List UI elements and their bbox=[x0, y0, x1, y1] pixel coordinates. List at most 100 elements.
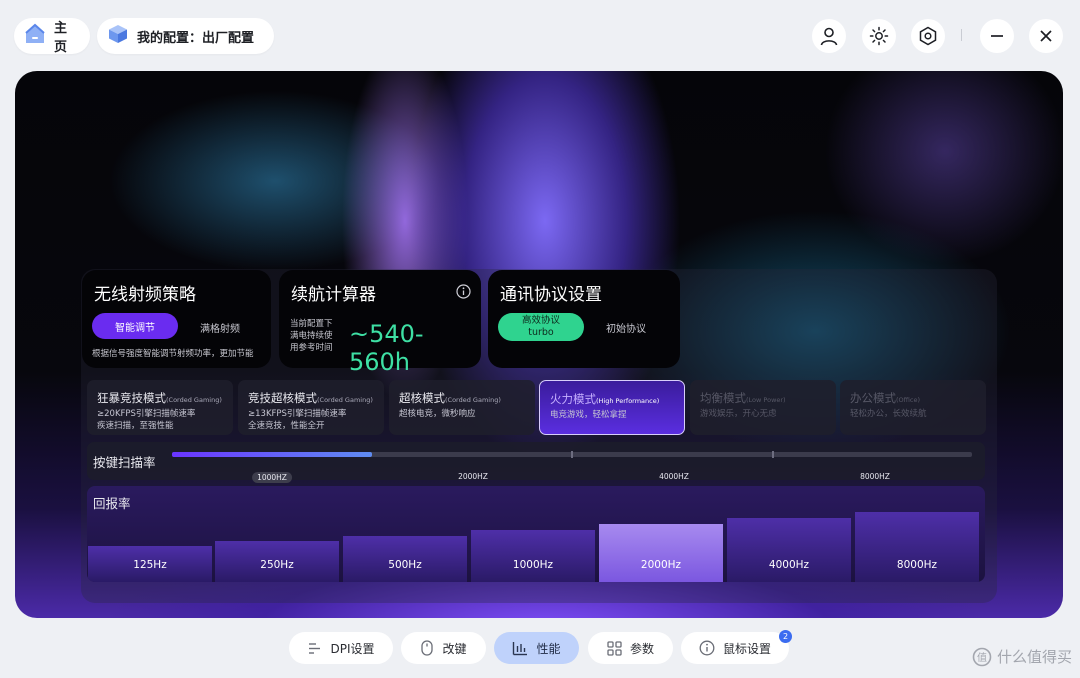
report-rate-label: 500Hz bbox=[388, 559, 422, 571]
report-rate-bar[interactable]: 8000Hz bbox=[855, 512, 979, 582]
tab-dpi-settings[interactable]: DPI设置 bbox=[289, 632, 393, 664]
mode-title: 均衡模式 bbox=[700, 391, 746, 405]
watermark-logo-icon: 值 bbox=[972, 647, 992, 667]
tab-label: 参数 bbox=[629, 641, 654, 656]
report-rate-bar-selected[interactable]: 2000Hz bbox=[599, 524, 723, 582]
tab-label: 性能 bbox=[536, 641, 561, 656]
key-scan-slider[interactable]: 1000HZ 2000HZ 4000HZ 8000HZ bbox=[172, 451, 972, 483]
scan-option-4000[interactable]: 4000HZ bbox=[659, 472, 689, 481]
radio-strategy-title: 无线射频策略 bbox=[94, 285, 196, 305]
mode-en: (Corded Gaming) bbox=[317, 396, 373, 404]
home-button[interactable]: 主页 bbox=[14, 18, 90, 55]
title-bar: 主页 我的配置：出厂配置 bbox=[0, 0, 1080, 70]
mode-desc: 游戏娱乐，开心无虑 bbox=[700, 409, 777, 419]
tab-label: 鼠标设置 bbox=[722, 641, 771, 656]
user-icon[interactable] bbox=[812, 19, 846, 53]
tab-performance[interactable]: 性能 bbox=[494, 632, 579, 664]
mode-low-power[interactable]: 均衡模式(Low Power) 游戏娱乐，开心无虑 bbox=[690, 380, 836, 435]
mode-desc: ≥13KFPS引擎扫描帧速率 全速竞技，性能全开 bbox=[248, 409, 347, 431]
brightness-icon[interactable] bbox=[862, 19, 896, 53]
mode-corded-core[interactable]: 竞技超核模式(Corded Gaming) ≥13KFPS引擎扫描帧速率 全速竞… bbox=[238, 380, 384, 435]
mode-desc: 超核电竞，微秒响应 bbox=[399, 409, 476, 419]
mode-super-core[interactable]: 超核模式(Corded Gaming) 超核电竞，微秒响应 bbox=[389, 380, 535, 435]
config-label: 我的配置：出厂配置 bbox=[137, 30, 255, 46]
scan-tick bbox=[571, 451, 573, 458]
scan-option-2000[interactable]: 2000HZ bbox=[458, 472, 488, 481]
tab-parameters[interactable]: 参数 bbox=[588, 632, 673, 664]
performance-chart-icon bbox=[512, 641, 528, 656]
report-rate-bar[interactable]: 4000Hz bbox=[727, 518, 851, 582]
report-rate-label: 1000Hz bbox=[512, 559, 554, 571]
mode-title: 办公模式 bbox=[850, 391, 896, 405]
minimize-icon[interactable] bbox=[980, 19, 1014, 53]
home-label: 主页 bbox=[54, 21, 68, 55]
mode-en: (Corded Gaming) bbox=[445, 396, 501, 404]
mode-desc: ≥20KFPS引擎扫描帧速率 疾速扫描，至强性能 bbox=[97, 409, 196, 431]
grid-icon bbox=[607, 640, 622, 656]
report-rate-label: 8000Hz bbox=[896, 559, 938, 571]
dpi-sliders-icon bbox=[307, 641, 322, 656]
report-rate-bar[interactable]: 1000Hz bbox=[471, 530, 595, 582]
mode-en: (Corded Gaming) bbox=[166, 396, 222, 404]
full-power-button[interactable]: 满格射频 bbox=[200, 320, 240, 335]
report-rate-label: 2000Hz bbox=[640, 559, 682, 571]
report-rate-label: 250Hz bbox=[260, 559, 294, 571]
mode-office[interactable]: 办公模式(Office) 轻松办公，长效续航 bbox=[840, 380, 986, 435]
watermark-text: 什么值得买 bbox=[996, 648, 1072, 666]
protocol-title: 通讯协议设置 bbox=[500, 285, 602, 305]
info-icon[interactable] bbox=[456, 284, 471, 303]
tab-label: 改键 bbox=[442, 641, 467, 656]
turbo-label-2: turbo bbox=[528, 327, 554, 338]
turbo-label-1: 高效协议 bbox=[521, 315, 560, 326]
report-rate-bar[interactable]: 250Hz bbox=[215, 541, 339, 582]
watermark: 值 什么值得买 bbox=[972, 646, 1072, 667]
report-rate-title: 回报率 bbox=[93, 496, 131, 511]
scan-tick bbox=[772, 451, 774, 458]
key-scan-fill bbox=[172, 452, 372, 457]
settings-hex-icon[interactable] bbox=[911, 19, 945, 53]
mouse-icon bbox=[420, 640, 434, 656]
close-icon[interactable] bbox=[1029, 19, 1063, 53]
svg-text:值: 值 bbox=[977, 651, 987, 664]
smart-adjust-button[interactable]: 智能调节 bbox=[92, 313, 178, 339]
scan-option-8000[interactable]: 8000HZ bbox=[860, 472, 890, 481]
tab-key-remap[interactable]: 改键 bbox=[401, 632, 486, 664]
notification-badge: 2 bbox=[779, 630, 792, 643]
report-rate-label: 4000Hz bbox=[768, 559, 810, 571]
tab-label: DPI设置 bbox=[330, 641, 375, 656]
radio-strategy-desc: 根据信号强度智能调节射频功率，更加节能 bbox=[92, 349, 254, 359]
mode-corded-frenzy[interactable]: 狂暴竞技模式(Corded Gaming) ≥20KFPS引擎扫描帧速率 疾速扫… bbox=[87, 380, 233, 435]
protocol-card: 通讯协议设置 高效协议 turbo 初始协议 bbox=[488, 270, 680, 368]
battery-calculator-title: 续航计算器 bbox=[291, 285, 376, 305]
performance-stage: 无线射频策略 智能调节 满格射频 根据信号强度智能调节射频功率，更加节能 续航计… bbox=[15, 71, 1063, 618]
mode-desc: 轻松办公，长效续航 bbox=[850, 409, 927, 419]
radio-strategy-card: 无线射频策略 智能调节 满格射频 根据信号强度智能调节射频功率，更加节能 bbox=[82, 270, 271, 368]
header-divider bbox=[961, 29, 962, 41]
battery-label: 当前配置下 满电持续使 用参考时间 bbox=[290, 319, 333, 353]
mode-en: (High Performance) bbox=[596, 397, 660, 405]
report-rate-bar[interactable]: 125Hz bbox=[88, 546, 212, 582]
mode-title: 竞技超核模式 bbox=[248, 391, 317, 405]
mode-title: 火力模式 bbox=[550, 392, 596, 406]
report-rate-label: 125Hz bbox=[133, 559, 167, 571]
mode-desc: 电竞游戏，轻松拿捏 bbox=[550, 410, 627, 420]
tab-mouse-settings[interactable]: 鼠标设置 bbox=[681, 632, 789, 664]
turbo-protocol-button[interactable]: 高效协议 turbo bbox=[498, 313, 584, 341]
initial-protocol-button[interactable]: 初始协议 bbox=[606, 320, 646, 335]
cube-icon bbox=[107, 23, 129, 49]
config-selector[interactable]: 我的配置：出厂配置 bbox=[97, 18, 274, 54]
mode-en: (Office) bbox=[896, 396, 921, 404]
info-circle-icon bbox=[699, 640, 715, 656]
mode-title: 超核模式 bbox=[399, 391, 445, 405]
mode-high-performance[interactable]: 火力模式(High Performance) 电竞游戏，轻松拿捏 bbox=[539, 380, 685, 435]
scan-option-1000[interactable]: 1000HZ bbox=[252, 472, 292, 483]
report-rate-bar[interactable]: 500Hz bbox=[343, 536, 467, 582]
report-rate: 回报率 125Hz 250Hz 500Hz 1000Hz 2000Hz 4000… bbox=[87, 486, 985, 582]
mode-title: 狂暴竞技模式 bbox=[97, 391, 166, 405]
home-icon bbox=[24, 23, 46, 49]
battery-calculator-card: 续航计算器 当前配置下 满电持续使 用参考时间 ~540-560h bbox=[279, 270, 481, 376]
battery-value: ~540-560h bbox=[349, 320, 424, 376]
key-scan-title: 按键扫描率 bbox=[93, 455, 156, 470]
mode-en: (Low Power) bbox=[746, 396, 786, 404]
key-scan-rate: 按键扫描率 1000HZ 2000HZ 4000HZ 8000HZ bbox=[87, 442, 985, 483]
